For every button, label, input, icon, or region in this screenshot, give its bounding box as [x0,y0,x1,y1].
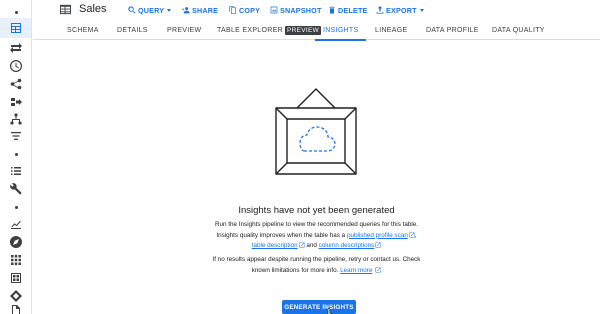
tab-schema[interactable]: SCHEMA [67,20,99,40]
empty-frame-illustration [275,88,357,175]
tab-label: SCHEMA [67,26,99,34]
description-line: Run the Insights pipeline to view the re… [214,221,418,228]
hierarchy-icon[interactable] [8,111,24,127]
transfer-icon[interactable] [8,40,24,56]
table-icon[interactable] [0,18,31,38]
page-title: Sales [79,3,107,15]
person-add-icon [182,7,190,14]
compass-icon[interactable] [8,234,24,250]
table-description-link[interactable]: table description [252,242,298,249]
help-line: If no results appear despite running the… [212,256,421,263]
copy-label: COPY [239,5,261,15]
preview-badge: PREVIEW [284,25,322,35]
dot-icon [8,199,24,215]
diamond-icon[interactable] [8,288,24,304]
delete-label: DELETE [338,5,368,15]
pipeline-icon[interactable] [8,94,24,110]
snapshot-label: SNAPSHOT [280,5,322,15]
schedule-icon[interactable] [8,58,24,74]
tab-label: INSIGHTS [323,26,359,34]
export-label: EXPORT [386,5,417,15]
tab-data-quality[interactable]: DATA QUALITY [492,20,545,40]
query-button[interactable]: QUERY [128,4,172,16]
insights-help: If no results appear despite running the… [33,255,600,276]
help-text: known limitations for more info. [251,266,341,274]
external-link-icon [375,242,381,248]
tab-table-explorer[interactable]: TABLE EXPLORER PREVIEW [217,20,322,40]
table-tabs: SCHEMA DETAILS PREVIEW TABLE EXPLORER PR… [33,20,600,41]
dot-icon [8,146,24,162]
table-icon [60,4,71,15]
list-icon[interactable] [8,163,24,179]
column-descriptions-link[interactable]: column descriptions [319,242,375,249]
copy-button[interactable]: COPY [229,4,260,16]
external-link-icon [375,267,381,273]
tab-label: TABLE EXPLORER [217,26,283,34]
description-text: , [414,231,417,239]
tab-insights[interactable]: INSIGHTS [314,20,368,41]
filter-list-icon[interactable] [8,128,24,144]
export-icon [376,6,384,14]
description-text: and [304,242,319,249]
analytics-icon[interactable] [8,216,24,232]
description-text: Insights quality improves when the table… [216,231,347,239]
chevron-down-icon [167,8,172,12]
tab-data-profile[interactable]: DATA PROFILE [426,20,479,40]
help-line: known limitations for more info. Learn m… [33,266,600,277]
insights-description: Run the Insights pipeline to view the re… [33,220,600,252]
tab-label: LINEAGE [375,26,408,34]
document-icon[interactable] [8,303,24,314]
tab-details[interactable]: DETAILS [117,20,148,40]
share-nodes-icon[interactable] [8,76,24,92]
chevron-down-icon [419,8,424,12]
trash-icon [329,6,335,14]
snapshot-button[interactable]: SNAPSHOT [270,4,322,16]
tab-preview[interactable]: PREVIEW [167,20,201,40]
left-nav-rail [0,0,32,314]
share-label: SHARE [192,5,219,15]
insights-headline: Insights have not yet been generated [238,205,395,216]
description-line: table description and column description… [33,241,600,252]
description-line: Insights quality improves when the table… [33,231,600,242]
query-label: QUERY [138,5,165,15]
tab-label: DATA PROFILE [426,26,479,34]
tab-label: DATA QUALITY [492,26,545,34]
share-button[interactable]: SHARE [182,4,218,16]
generate-insights-button[interactable]: GENERATE INSIGHTS [282,300,356,314]
apps-grid-icon[interactable] [8,252,24,268]
dashboard-icon[interactable] [8,270,24,286]
export-button[interactable]: EXPORT [376,4,424,16]
header-toolbar: Sales QUERY SHARE COPY SNAPSHOT DELETE E… [33,0,600,20]
search-icon [128,6,136,14]
tab-label: DETAILS [117,26,148,34]
tab-lineage[interactable]: LINEAGE [375,20,407,40]
copy-icon [229,6,236,14]
tab-label: PREVIEW [167,26,202,34]
hand-cursor-icon [327,308,334,314]
delete-button[interactable]: DELETE [328,4,368,16]
snapshot-icon [270,6,278,14]
learn-more-link[interactable]: Learn more [340,267,372,274]
insights-panel: Insights have not yet been generated Run… [33,41,600,314]
published-profile-scan-link[interactable]: published profile scan [347,232,408,239]
wrench-icon[interactable] [8,181,24,197]
